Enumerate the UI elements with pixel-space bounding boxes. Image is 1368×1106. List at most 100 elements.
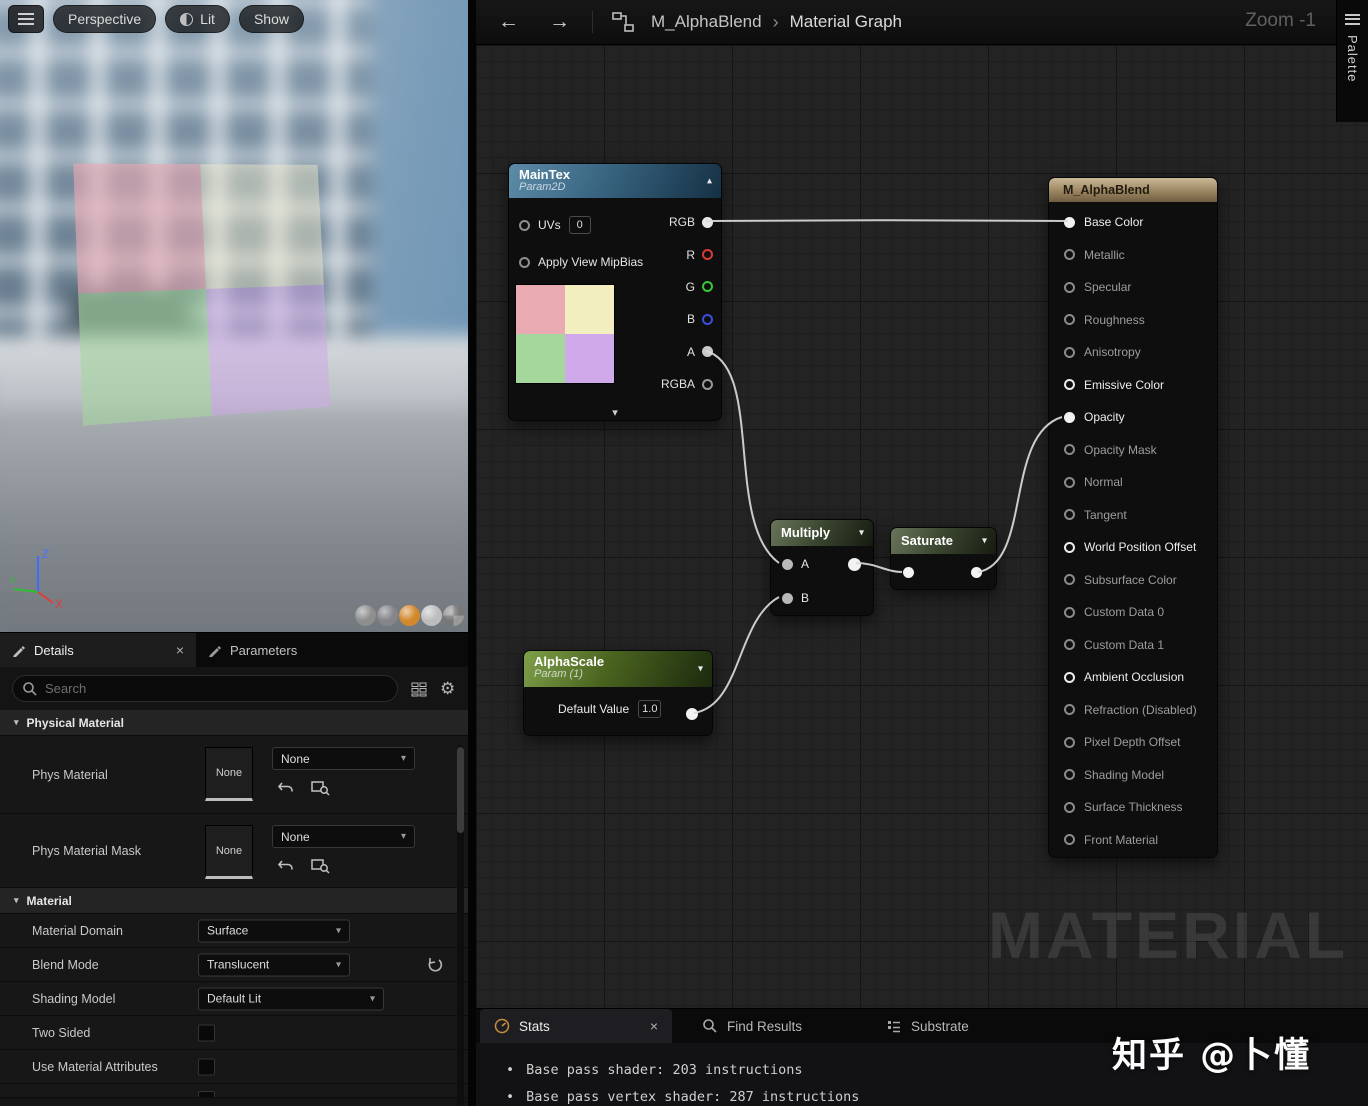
pin-icon[interactable] [1064,769,1075,780]
pin-icon[interactable] [1064,639,1075,650]
alphascale-header[interactable]: AlphaScale Param (1) ▾ [524,651,712,687]
breadcrumb-root[interactable]: M_AlphaBlend [651,12,762,32]
perspective-button[interactable]: Perspective [53,5,156,33]
node-saturate[interactable]: Saturate ▾ [890,527,997,590]
blend-mode-dropdown[interactable]: Translucent ▾ [198,953,350,976]
material-input-pin-row[interactable]: Refraction (Disabled) [1049,694,1217,727]
collapse-icon[interactable]: ▴ [707,176,712,187]
material-input-pin-row[interactable]: Specular [1049,271,1217,304]
tab-substrate[interactable]: Substrate [872,1009,983,1043]
tab-find-results[interactable]: Find Results [688,1009,816,1043]
shading-model-dropdown[interactable]: Default Lit ▾ [198,987,384,1010]
show-button[interactable]: Show [239,5,304,33]
output-pin-icon[interactable] [971,567,982,578]
material-input-pin-row[interactable]: Custom Data 0 [1049,596,1217,629]
output-pin-icon[interactable] [848,558,861,571]
reset-to-default-icon[interactable] [426,956,444,974]
output-pin-row[interactable]: A [661,336,713,368]
use-selected-asset-icon[interactable] [276,856,296,874]
phys-material-thumbnail[interactable]: None [205,747,253,801]
phys-material-mask-thumbnail[interactable]: None [205,825,253,879]
maintex-header[interactable]: MainTex Param2D ▴ [509,164,721,198]
material-input-pin-row[interactable]: Surface Thickness [1049,791,1217,824]
graph-hierarchy-icon[interactable] [611,10,635,34]
pin-icon[interactable] [1064,217,1075,228]
section-physical-material[interactable]: ▾ Physical Material [0,710,468,736]
default-value-box[interactable]: 1.0 [638,700,661,718]
viewmode-sphere[interactable] [421,605,442,626]
material-input-pin-row[interactable]: Emissive Color [1049,369,1217,402]
mipbias-input-row[interactable]: Apply View MipBias [519,248,643,276]
saturate-header[interactable]: Saturate ▾ [891,528,996,554]
viewmode-sphere[interactable] [443,605,464,626]
wire-rgb-to-basecolor[interactable] [706,220,1068,221]
scrollbar-thumb[interactable] [457,747,464,833]
pin-icon[interactable] [1064,737,1075,748]
browse-asset-icon[interactable] [310,778,330,796]
chevron-down-icon[interactable]: ▾ [698,664,703,675]
panel-divider[interactable] [468,0,476,1106]
pin-icon[interactable] [1064,509,1075,520]
material-input-pin-row[interactable]: Opacity [1049,401,1217,434]
back-icon[interactable]: ← [498,10,519,34]
pin-icon[interactable] [1064,347,1075,358]
material-input-pin-row[interactable]: Subsurface Color [1049,564,1217,597]
material-input-pin-row[interactable]: Custom Data 1 [1049,629,1217,662]
use-material-attributes-checkbox[interactable] [198,1058,215,1075]
pin-icon[interactable] [782,593,793,604]
gear-icon[interactable]: ⚙ [440,679,455,699]
pin-icon[interactable] [702,379,713,390]
pin-icon[interactable] [702,217,713,228]
viewmode-sphere-active[interactable] [399,605,420,626]
input-pin-icon[interactable] [903,567,914,578]
material-input-pin-row[interactable]: Ambient Occlusion [1049,661,1217,694]
output-pin-row[interactable]: R [661,238,713,270]
input-pin-row[interactable]: B [771,581,873,615]
forward-icon[interactable]: → [549,10,570,34]
close-icon[interactable]: × [176,642,184,658]
pin-icon[interactable] [519,220,530,231]
tab-details[interactable]: Details × [0,633,196,667]
pin-icon[interactable] [1064,574,1075,585]
output-pin-row[interactable]: RGBA [661,368,713,400]
material-input-pin-row[interactable]: Normal [1049,466,1217,499]
expand-icon[interactable]: ▾ [612,406,618,419]
pin-icon[interactable] [1064,314,1075,325]
details-scrollbar[interactable] [457,745,464,1105]
pin-icon[interactable] [702,346,713,357]
result-node-header[interactable]: M_AlphaBlend [1049,178,1217,202]
lit-button[interactable]: Lit [165,5,230,33]
chevron-down-icon[interactable]: ▾ [982,536,987,547]
two-sided-checkbox[interactable] [198,1024,215,1041]
material-input-pin-row[interactable]: Roughness [1049,304,1217,337]
uvs-input-row[interactable]: UVs 0 [519,211,591,239]
pin-icon[interactable] [1064,477,1075,488]
material-input-pin-row[interactable]: Metallic [1049,239,1217,272]
pin-icon[interactable] [1064,672,1075,683]
pin-icon[interactable] [1064,607,1075,618]
pin-icon[interactable] [1064,834,1075,845]
material-input-pin-row[interactable]: Front Material [1049,824,1217,857]
search-input[interactable] [13,676,397,701]
viewport-menu-button[interactable] [8,5,44,33]
node-alphascale[interactable]: AlphaScale Param (1) ▾ Default Value 1.0 [523,650,713,736]
material-input-pin-row[interactable]: Tangent [1049,499,1217,532]
checkbox[interactable] [198,1091,215,1098]
pin-icon[interactable] [702,314,713,325]
chevron-down-icon[interactable]: ▾ [859,528,864,539]
phys-material-mask-dropdown[interactable]: None ▾ [272,825,415,848]
node-m-alphablend-result[interactable]: M_AlphaBlend Base Color Metallic [1048,177,1218,858]
graph-canvas[interactable]: MATERIAL MainTex Param2D ▴ UVs 0 [476,45,1368,1008]
browse-asset-icon[interactable] [310,856,330,874]
uvs-value-box[interactable]: 0 [569,216,591,234]
phys-material-dropdown[interactable]: None ▾ [272,747,415,770]
preview-mesh[interactable] [73,163,330,425]
pin-icon[interactable] [1064,412,1075,423]
material-input-pin-row[interactable]: Pixel Depth Offset [1049,726,1217,759]
use-selected-asset-icon[interactable] [276,778,296,796]
pin-icon[interactable] [702,249,713,260]
pin-icon[interactable] [1064,282,1075,293]
palette-sidebar-tab[interactable]: Palette [1336,0,1368,122]
pin-icon[interactable] [1064,249,1075,260]
palette-tab-label[interactable]: Palette [1345,35,1360,82]
